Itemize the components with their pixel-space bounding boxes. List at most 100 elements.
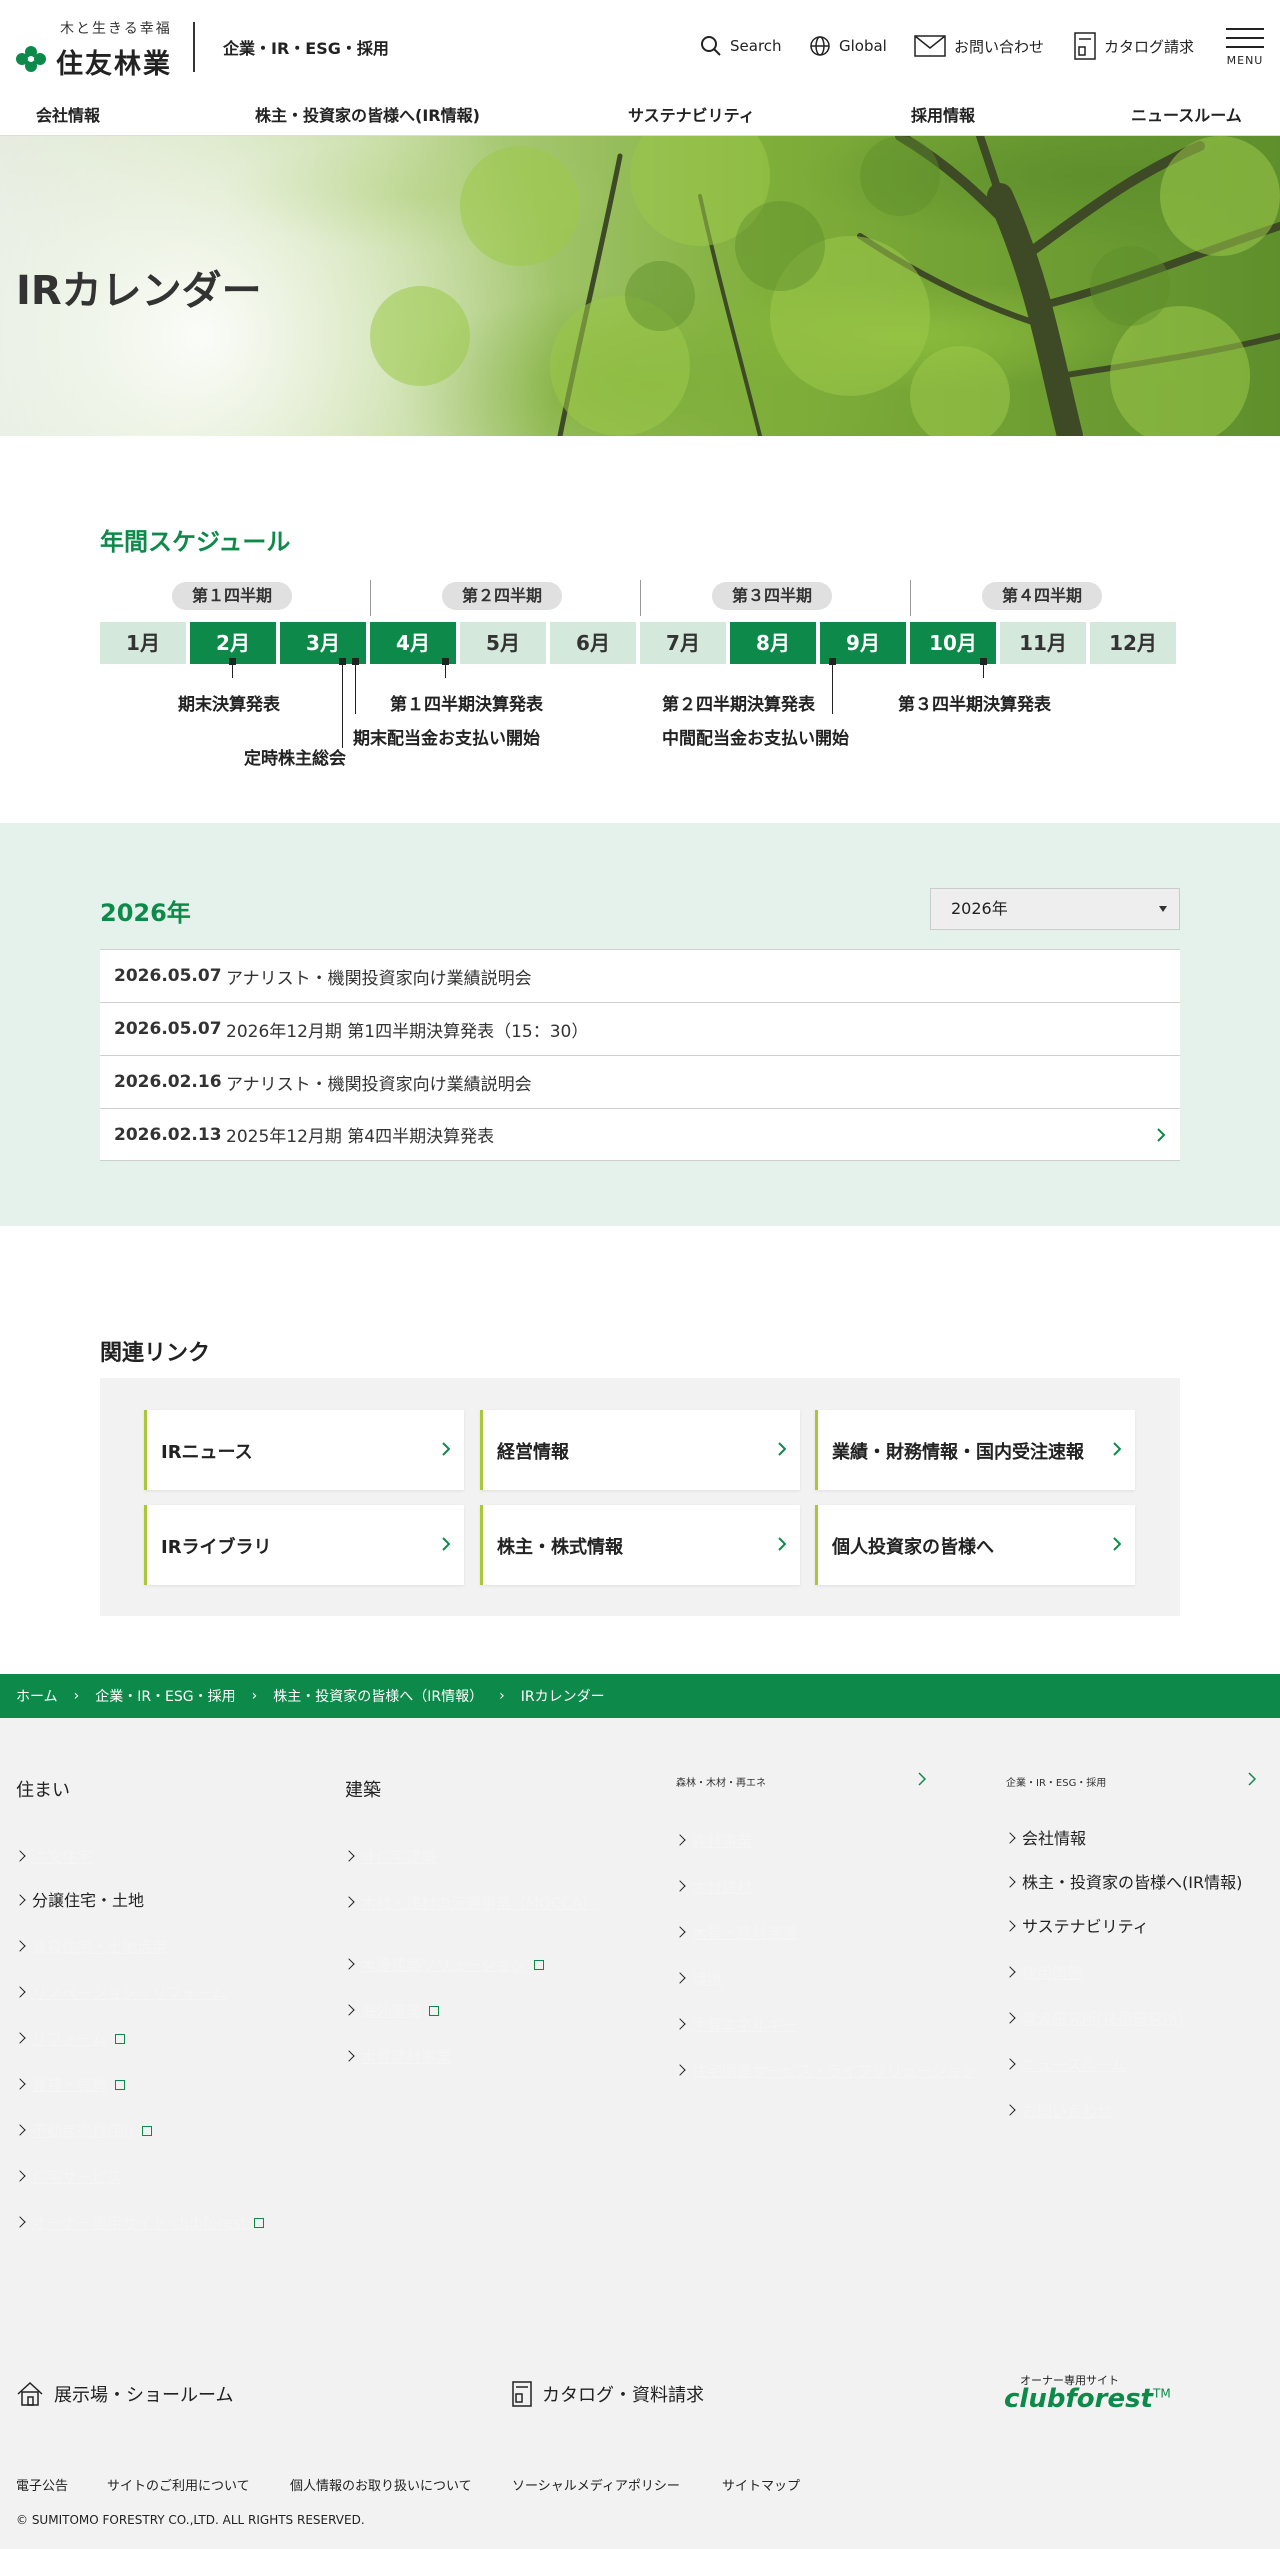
footer-link[interactable]: 木材・建材の流通事業（MOCCA） <box>343 1894 597 1912</box>
footer-link[interactable]: 非住宅建築 <box>343 1848 436 1866</box>
arrow-icon <box>1004 2104 1016 2116</box>
list-item-link[interactable]: 2026.02.13 2025年12月期 第4四半期決算発表 <box>100 1108 1180 1161</box>
legal-link-terms[interactable]: サイトのご利用について <box>107 2475 250 2494</box>
header-site-label[interactable]: 企業・IR・ESG・採用 <box>223 35 389 59</box>
header-divider <box>193 22 195 72</box>
trademark-sup: TM <box>1152 2386 1171 2401</box>
year-select-value: 2026年 <box>951 899 1008 918</box>
nav-company[interactable]: 会社情報 <box>36 102 100 126</box>
nav-recruit[interactable]: 採用情報 <box>911 102 975 126</box>
event-date: 2026.02.16 <box>114 1072 222 1092</box>
related-ir-news[interactable]: IRニュース <box>144 1410 464 1490</box>
arrow-icon <box>674 1880 686 1892</box>
quarter-divider <box>370 580 371 616</box>
related-individual-investors[interactable]: 個人投資家の皆様へ <box>815 1505 1135 1585</box>
legal-link-privacy[interactable]: 個人情報のお取り扱いについて <box>290 2475 472 2494</box>
breadcrumb-ir[interactable]: 株主・投資家の皆様へ（IR情報） <box>273 1686 483 1706</box>
related-label: 株主・株式情報 <box>497 1537 623 1558</box>
arrow-icon <box>1004 1920 1016 1932</box>
contact-button[interactable]: お問い合わせ <box>914 30 1044 62</box>
catalog-request-link[interactable]: カタログ・資料請求 <box>512 2381 704 2407</box>
nav-sustainability[interactable]: サステナビリティ <box>628 102 755 126</box>
footer-col-forest-title: 森林・木材・再エネ <box>676 1778 766 1789</box>
related-stock-info[interactable]: 株主・株式情報 <box>480 1505 800 1585</box>
global-nav: 会社情報 株主・投資家の皆様へ(IR情報) サステナビリティ 採用情報 ニュース… <box>0 92 1280 136</box>
breadcrumb-home[interactable]: ホーム <box>16 1686 58 1706</box>
related-financial[interactable]: 業績・財務情報・国内受注速報 <box>815 1410 1135 1490</box>
breadcrumb-corporate[interactable]: 企業・IR・ESG・採用 <box>95 1686 235 1706</box>
related-label: IRライブラリ <box>161 1537 272 1558</box>
footer-link[interactable]: 森林事業 <box>674 1832 752 1850</box>
footer-link[interactable]: 木質建材事業 <box>343 2048 451 2066</box>
footer-link[interactable]: 筑波研究所(技術研究所) <box>1004 2010 1184 2028</box>
footer-link[interactable]: 環境 <box>674 1970 722 1988</box>
footer-link[interactable]: サステナビリティ <box>1004 1918 1149 1936</box>
related-ir-library[interactable]: IRライブラリ <box>144 1505 464 1585</box>
footer-link[interactable]: 木質エネルギー <box>674 2016 797 2034</box>
arrow-icon <box>14 1940 26 1952</box>
event-q2-results: 第２四半期決算発表 <box>662 695 815 715</box>
footer-link[interactable]: リノベーション・リフォーム <box>14 1984 226 2002</box>
legal-link-sitemap[interactable]: サイトマップ <box>722 2475 800 2494</box>
arrow-icon <box>674 1926 686 1938</box>
footer-link[interactable]: 海外事業 <box>343 2002 440 2020</box>
clubforest-link[interactable]: オーナー専用サイト clubforestTM <box>1004 2372 1204 2414</box>
nav-ir[interactable]: 株主・投資家の皆様へ(IR情報) <box>255 102 480 126</box>
quarter-3-label: 第３四半期 <box>712 582 833 610</box>
arrow-icon <box>14 2170 26 2182</box>
site-logo[interactable]: 木と生きる幸福 住友林業 <box>14 18 178 80</box>
footer-link[interactable]: 賃貸・売買 <box>14 2076 126 2094</box>
external-link-icon <box>254 2218 265 2228</box>
clubforest-logo: clubforestTM <box>1004 2384 1171 2414</box>
catalog-icon <box>512 2381 532 2407</box>
contact-label: お問い合わせ <box>954 37 1045 56</box>
footer-link[interactable]: オーナー専用サイト clubforest <box>14 2214 265 2232</box>
year-title: 2026年 <box>100 899 191 927</box>
year-select[interactable]: 2026年 <box>930 888 1180 930</box>
footer-link[interactable]: 株主・投資家の皆様へ(IR情報) <box>1004 1874 1242 1892</box>
footer-link[interactable]: 木造建築ソリューション <box>343 1956 544 1974</box>
menu-label: MENU <box>1226 54 1264 67</box>
footer-link[interactable]: 住宅サービス <box>14 2168 122 2186</box>
arrow-icon <box>1004 2012 1016 2024</box>
footer-link[interactable]: ニュースルーム <box>1004 2056 1126 2074</box>
footer-link[interactable]: 不動産売買(別) <box>14 2122 152 2140</box>
footer-link[interactable]: 注文住宅 <box>14 1848 92 1866</box>
arrow-icon <box>343 2004 355 2016</box>
month-12: 12月 <box>1090 622 1176 664</box>
arrow-icon <box>14 2216 26 2228</box>
arrow-icon <box>343 1850 355 1862</box>
chevron-right-icon[interactable] <box>918 1772 926 1786</box>
chevron-right-icon: › <box>251 1688 258 1704</box>
legal-link-social-policy[interactable]: ソーシャルメディアポリシー <box>512 2475 680 2494</box>
chevron-right-icon <box>442 1442 450 1456</box>
legal-link-public-notice[interactable]: 電子公告 <box>16 2475 68 2494</box>
arrow-icon <box>14 1986 26 1998</box>
event-list: 2026.05.07 アナリスト・機関投資家向け業績説明会 2026.05.07… <box>100 949 1180 1161</box>
footer-link[interactable]: リフォーム <box>14 2030 125 2048</box>
list-item: 2026.05.07 アナリスト・機関投資家向け業績説明会 <box>100 949 1180 1002</box>
arrow-icon <box>1004 1876 1016 1888</box>
showroom-link[interactable]: 展示場・ショールーム <box>16 2381 233 2407</box>
footer-link[interactable]: 住宅関連サービス・ライフソリューション <box>674 2062 977 2080</box>
related-management[interactable]: 経営情報 <box>480 1410 800 1490</box>
breadcrumb-current: IRカレンダー <box>520 1689 605 1705</box>
footer-link[interactable]: 木材建材 <box>674 1878 752 1896</box>
footer-col-construction-title: 建築 <box>345 1780 381 1801</box>
footer-link[interactable]: 分譲住宅・土地 <box>14 1892 144 1910</box>
footer-link[interactable]: 賃貸住宅・土地活用 <box>14 1938 167 1956</box>
global-button[interactable]: Global <box>809 30 887 62</box>
footer-link[interactable]: 採用情報 <box>1004 1964 1082 1982</box>
nav-newsroom[interactable]: ニュースルーム <box>1131 102 1242 126</box>
footer-link[interactable]: 木質・建材流通 <box>674 1924 797 1942</box>
related-label: IRニュース <box>161 1442 253 1463</box>
quarter-divider <box>910 580 911 616</box>
arrow-icon <box>343 1896 355 1908</box>
footer-link[interactable]: お問い合わせ <box>1004 2102 1112 2120</box>
footer-link[interactable]: 会社情報 <box>1004 1830 1086 1848</box>
chevron-right-icon <box>1113 1442 1121 1456</box>
catalog-button[interactable]: カタログ請求 <box>1074 30 1194 62</box>
chevron-right-icon[interactable] <box>1248 1772 1256 1786</box>
search-button[interactable]: Search <box>700 30 782 62</box>
menu-button[interactable]: MENU <box>1224 26 1266 70</box>
